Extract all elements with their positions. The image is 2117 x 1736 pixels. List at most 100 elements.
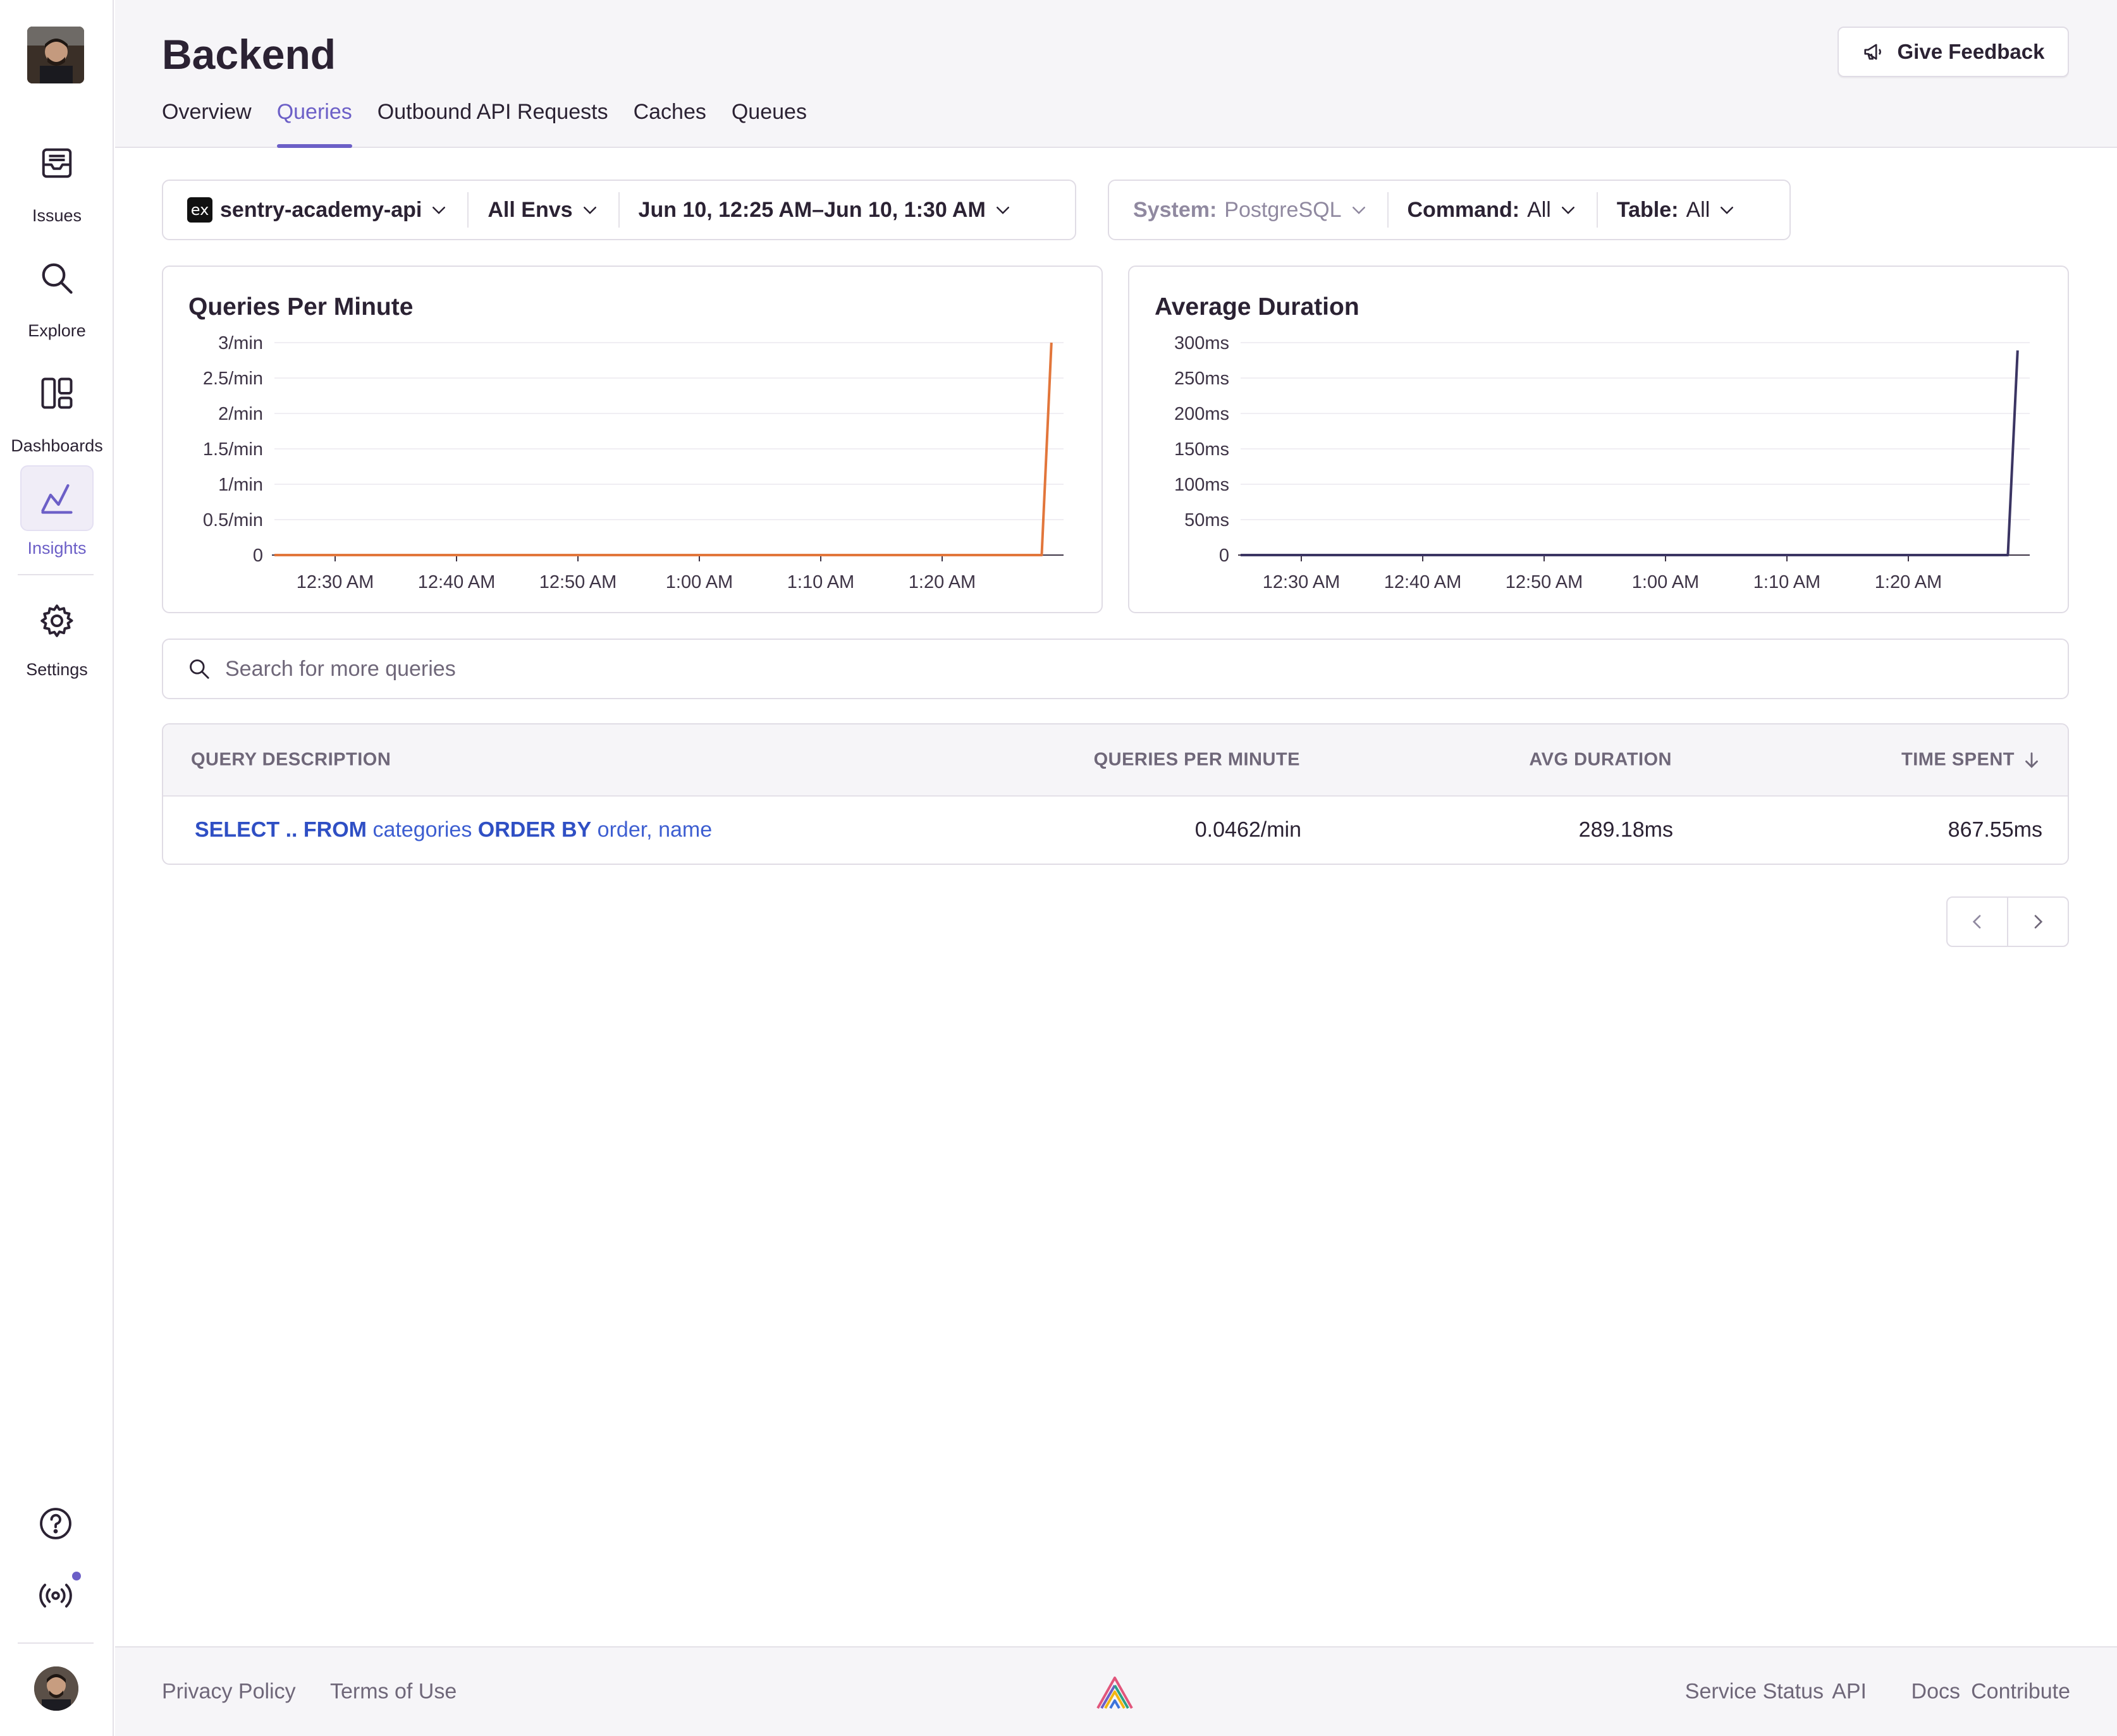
broadcasts-button[interactable] bbox=[35, 1575, 76, 1616]
x-tick-label: 1:00 AM bbox=[1632, 572, 1699, 592]
system-key: System: bbox=[1133, 197, 1217, 222]
tab-outbound-api-requests[interactable]: Outbound API Requests bbox=[377, 100, 608, 148]
contribute-link[interactable]: Contribute bbox=[1971, 1680, 2070, 1704]
broadcast-icon bbox=[39, 1584, 72, 1608]
command-selector[interactable]: Command: All bbox=[1389, 192, 1598, 228]
x-tick-label: 1:10 AM bbox=[1753, 572, 1820, 592]
project-selector[interactable]: ex sentry-academy-api bbox=[163, 192, 469, 228]
y-tick-label: 0 bbox=[1219, 546, 1229, 566]
notification-dot bbox=[72, 1572, 81, 1580]
table-selector[interactable]: Table: All bbox=[1598, 192, 1755, 228]
chevron-left-icon bbox=[1972, 915, 1981, 929]
sidebar-item-label: Settings bbox=[26, 660, 88, 679]
y-tick-label: 150ms bbox=[1174, 439, 1229, 460]
terms-of-use-link[interactable]: Terms of Use bbox=[330, 1680, 457, 1704]
x-tick-label: 12:40 AM bbox=[418, 572, 496, 592]
series-line bbox=[1241, 350, 2019, 556]
tab-queues[interactable]: Queues bbox=[732, 100, 807, 148]
y-tick-label: 0 bbox=[253, 546, 263, 566]
page-filter-bar: ex sentry-academy-api All Envs Jun 10, 1… bbox=[162, 180, 1076, 240]
sidebar-divider bbox=[18, 1642, 94, 1644]
megaphone-icon bbox=[1863, 44, 1881, 60]
chevron-down-icon bbox=[583, 207, 596, 214]
docs-link[interactable]: Docs bbox=[1911, 1680, 1960, 1704]
table-row: SELECT .. FROM categories ORDER BY order… bbox=[163, 797, 2068, 864]
queries-per-minute-value: 0.0462/min bbox=[1194, 817, 1301, 842]
table-header: QUERY DESCRIPTION QUERIES PER MINUTE AVG… bbox=[163, 724, 2068, 797]
user-avatar[interactable] bbox=[34, 1666, 78, 1711]
y-tick-label: 1/min bbox=[218, 475, 263, 495]
give-feedback-label: Give Feedback bbox=[1897, 40, 2045, 63]
arrow-down-icon[interactable] bbox=[2021, 749, 2042, 773]
x-tick-label: 1:00 AM bbox=[666, 572, 733, 592]
sidebar-divider bbox=[18, 574, 94, 575]
help-button[interactable] bbox=[35, 1503, 76, 1544]
footer: Privacy Policy Terms of Use Service Stat… bbox=[115, 1646, 2117, 1736]
tab-bar: Overview Queries Outbound API Requests C… bbox=[162, 100, 807, 148]
dashboards-icon bbox=[41, 377, 73, 409]
previous-page-button[interactable] bbox=[1948, 898, 2008, 946]
table-value: All bbox=[1686, 197, 1710, 222]
sidebar-item-dashboards[interactable]: Dashboards bbox=[0, 360, 114, 456]
y-tick-label: 1.5/min bbox=[203, 439, 263, 460]
sidebar-item-explore[interactable]: Explore bbox=[0, 245, 114, 341]
query-identifier: categories bbox=[367, 817, 478, 842]
y-tick-label: 250ms bbox=[1174, 369, 1229, 389]
column-header-queries-per-minute[interactable]: QUERIES PER MINUTE bbox=[1094, 750, 1300, 771]
y-tick-label: 300ms bbox=[1174, 333, 1229, 353]
sidebar-item-settings[interactable]: Settings bbox=[0, 588, 114, 680]
search-icon bbox=[42, 263, 73, 294]
query-keyword: SELECT .. FROM bbox=[195, 817, 367, 842]
give-feedback-button[interactable]: Give Feedback bbox=[1838, 27, 2069, 77]
system-selector[interactable]: System: PostgreSQL bbox=[1109, 192, 1389, 228]
privacy-policy-link[interactable]: Privacy Policy bbox=[162, 1680, 296, 1704]
column-header-time-spent[interactable]: TIME SPENT bbox=[1901, 750, 2015, 771]
sidebar-item-label: Issues bbox=[32, 206, 82, 225]
column-header-avg-duration[interactable]: AVG DURATION bbox=[1529, 750, 1672, 771]
queries-per-minute-chart: Queries Per Minute 3/min 2.5/min 2/min 1.5/… bbox=[162, 266, 1103, 613]
chevron-right-icon bbox=[2034, 915, 2043, 929]
average-duration-chart: Average Duration 300ms 250ms 200ms 150ms 100… bbox=[1128, 266, 2069, 613]
x-tick-label: 1:20 AM bbox=[909, 572, 976, 592]
column-header-query-description[interactable]: QUERY DESCRIPTION bbox=[191, 750, 391, 771]
gear-icon bbox=[40, 604, 73, 637]
chevron-down-icon bbox=[996, 207, 1009, 214]
page-title: Backend bbox=[162, 31, 336, 78]
api-link[interactable]: API bbox=[1832, 1680, 1867, 1704]
y-tick-label: 50ms bbox=[1184, 510, 1229, 530]
chevron-down-icon bbox=[1561, 207, 1574, 214]
date-range-label: Jun 10, 12:25 AM–Jun 10, 1:30 AM bbox=[638, 197, 986, 222]
next-page-button[interactable] bbox=[2008, 898, 2068, 946]
x-tick-label: 12:50 AM bbox=[1506, 572, 1583, 592]
query-search-bar[interactable] bbox=[162, 639, 2069, 699]
org-avatar[interactable] bbox=[27, 27, 84, 83]
insights-icon bbox=[41, 484, 73, 514]
tab-overview[interactable]: Overview bbox=[162, 100, 252, 148]
system-value: PostgreSQL bbox=[1224, 197, 1342, 222]
avg-duration-value: 289.18ms bbox=[1578, 817, 1673, 842]
y-tick-label: 3/min bbox=[218, 333, 263, 353]
tab-caches[interactable]: Caches bbox=[634, 100, 706, 148]
y-tick-label: 100ms bbox=[1174, 475, 1229, 495]
search-input[interactable] bbox=[225, 656, 1996, 682]
x-tick-label: 12:30 AM bbox=[297, 572, 374, 592]
environment-label: All Envs bbox=[488, 197, 573, 222]
command-key: Command: bbox=[1407, 197, 1520, 222]
y-tick-label: 2.5/min bbox=[203, 369, 263, 389]
command-value: All bbox=[1527, 197, 1551, 222]
environment-selector[interactable]: All Envs bbox=[469, 192, 620, 228]
tab-queries[interactable]: Queries bbox=[276, 100, 352, 148]
query-keyword: ORDER BY bbox=[477, 817, 592, 842]
sidebar-item-issues[interactable]: Issues bbox=[0, 130, 114, 226]
sentry-logo-icon[interactable] bbox=[1095, 1675, 1134, 1711]
service-status-link[interactable]: Service Status bbox=[1685, 1680, 1824, 1704]
query-description-link[interactable]: SELECT .. FROM categories ORDER BY order… bbox=[195, 818, 712, 843]
sidebar-item-label: Dashboards bbox=[11, 436, 103, 455]
pagination bbox=[1946, 896, 2069, 947]
x-tick-label: 1:20 AM bbox=[1875, 572, 1942, 592]
search-icon bbox=[190, 659, 209, 679]
x-tick-label: 12:30 AM bbox=[1263, 572, 1341, 592]
sidebar-item-insights[interactable]: Insights bbox=[0, 465, 114, 558]
date-range-selector[interactable]: Jun 10, 12:25 AM–Jun 10, 1:30 AM bbox=[620, 192, 1031, 228]
time-spent-value: 867.55ms bbox=[1948, 817, 2042, 842]
